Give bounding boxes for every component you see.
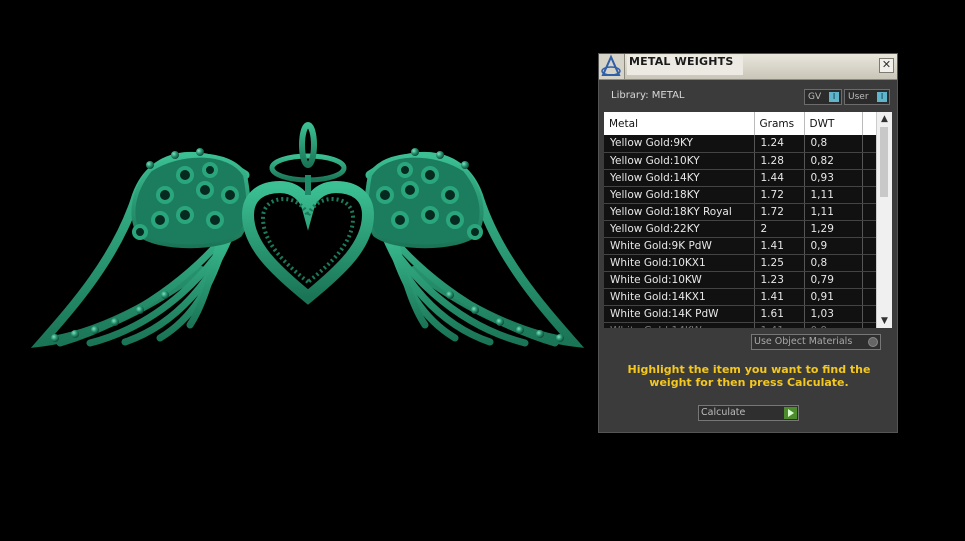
metal-cell: Yellow Gold:22KY <box>604 220 755 238</box>
close-button[interactable]: ✕ <box>879 58 894 73</box>
table-row[interactable]: White Gold:14K PdW 1.61 1,03 <box>604 305 877 323</box>
user-toggle-label: User <box>848 92 869 102</box>
row-spacer <box>862 288 877 306</box>
metal-cell: Yellow Gold:10KY <box>604 152 755 170</box>
row-spacer <box>862 237 877 255</box>
dwt-cell: 1,11 <box>804 203 863 221</box>
user-toggle[interactable]: User I <box>844 89 890 105</box>
metal-cell: White Gold:14KX1 <box>604 288 755 306</box>
table-row[interactable]: Yellow Gold:9KY 1.24 0,8 <box>604 135 877 153</box>
table-row[interactable]: Yellow Gold:10KY 1.28 0,82 <box>604 152 877 170</box>
gv-toggle[interactable]: GV I <box>804 89 842 105</box>
row-spacer <box>862 203 877 221</box>
metal-cell: White Gold:14K PdW <box>604 305 755 323</box>
row-spacer <box>862 152 877 170</box>
column-header-metal[interactable]: Metal <box>604 112 755 135</box>
metal-cell: White Gold:10KX1 <box>604 254 755 272</box>
grams-cell: 1.61 <box>754 305 805 323</box>
grams-cell: 1.28 <box>754 152 805 170</box>
scroll-thumb[interactable] <box>880 127 888 197</box>
table-row[interactable]: White Gold:14KW1.410,9 <box>604 322 877 328</box>
metal-cell: White Gold:9K PdW <box>604 237 755 255</box>
metal-weights-panel: METAL WEIGHTS ✕ Library: METAL GV I User… <box>598 53 898 433</box>
gv-toggle-label: GV <box>808 92 822 102</box>
metal-cell: White Gold:14KW <box>604 322 755 328</box>
column-header-dwt[interactable]: DWT <box>804 112 863 135</box>
dwt-cell: 0,91 <box>804 288 863 306</box>
grams-cell: 1.41 <box>754 288 805 306</box>
grams-cell: 1.72 <box>754 203 805 221</box>
app-logo-icon <box>599 54 625 79</box>
metal-table: Metal Grams DWT Yellow Gold:9KY 1.24 0,8 Ye… <box>604 112 892 328</box>
dwt-cell: 0,79 <box>804 271 863 289</box>
metal-cell: Yellow Gold:14KY <box>604 169 755 187</box>
dwt-cell: 1,29 <box>804 220 863 238</box>
table-row[interactable]: White Gold:10KX1 1.25 0,8 <box>604 254 877 272</box>
metal-cell: White Gold:10KW <box>604 271 755 289</box>
grams-cell: 1.41 <box>754 237 805 255</box>
row-spacer <box>862 322 877 328</box>
calculate-button[interactable]: Calculate <box>698 405 799 421</box>
row-spacer <box>862 169 877 187</box>
library-label: Library: METAL <box>611 90 685 101</box>
grams-cell: 1.44 <box>754 169 805 187</box>
metal-cell: Yellow Gold:18KY Royal <box>604 203 755 221</box>
panel-titlebar[interactable]: METAL WEIGHTS ✕ <box>599 54 897 80</box>
gv-toggle-knob: I <box>829 92 839 102</box>
scroll-up-icon[interactable]: ▲ <box>877 112 892 126</box>
grams-cell: 1.23 <box>754 271 805 289</box>
right-wing <box>364 151 585 348</box>
table-row[interactable]: Yellow Gold:14KY 1.44 0,93 <box>604 169 877 187</box>
metal-cell: Yellow Gold:18KY <box>604 186 755 204</box>
play-arrow-icon[interactable] <box>784 407 797 419</box>
heart <box>241 180 375 305</box>
grams-cell: 1.25 <box>754 254 805 272</box>
row-spacer <box>862 135 877 153</box>
dwt-cell: 0,9 <box>804 322 863 328</box>
dwt-cell: 1,11 <box>804 186 863 204</box>
dwt-cell: 0,93 <box>804 169 863 187</box>
dwt-cell: 0,9 <box>804 237 863 255</box>
table-row[interactable]: Yellow Gold:18KY Royal 1.72 1,11 <box>604 203 877 221</box>
3d-viewport[interactable] <box>0 0 590 537</box>
row-spacer <box>862 254 877 272</box>
use-object-materials-toggle[interactable]: Use Object Materials <box>751 334 881 350</box>
table-row[interactable]: White Gold:10KW 1.23 0,79 <box>604 271 877 289</box>
dwt-cell: 0,82 <box>804 152 863 170</box>
column-header-grams[interactable]: Grams <box>754 112 805 135</box>
row-spacer <box>862 186 877 204</box>
dwt-cell: 1,03 <box>804 305 863 323</box>
row-spacer <box>862 305 877 323</box>
instruction-text: Highlight the item you want to find the … <box>627 363 871 389</box>
dwt-cell: 0,8 <box>804 254 863 272</box>
table-scrollbar[interactable]: ▲ ▼ <box>876 112 892 328</box>
grams-cell: 1.24 <box>754 135 805 153</box>
row-spacer <box>862 220 877 238</box>
grams-cell: 1.41 <box>754 322 805 328</box>
left-wing <box>30 151 251 348</box>
table-row[interactable]: Yellow Gold:18KY 1.72 1,11 <box>604 186 877 204</box>
table-row[interactable]: Yellow Gold:22KY 2 1,29 <box>604 220 877 238</box>
table-row[interactable]: White Gold:9K PdW 1.41 0,9 <box>604 237 877 255</box>
bail <box>299 122 317 168</box>
dwt-cell: 0,8 <box>804 135 863 153</box>
table-header-row: Metal Grams DWT <box>604 112 877 135</box>
user-toggle-knob: I <box>877 92 887 102</box>
panel-title: METAL WEIGHTS <box>627 55 743 75</box>
table-row[interactable]: White Gold:14KX1 1.41 0,91 <box>604 288 877 306</box>
use-object-materials-radio-icon[interactable] <box>868 337 878 347</box>
grams-cell: 1.72 <box>754 186 805 204</box>
use-object-materials-label: Use Object Materials <box>754 336 853 347</box>
column-header-spacer <box>862 112 877 135</box>
winged-heart-pendant-model <box>30 122 585 348</box>
calculate-label: Calculate <box>701 407 746 418</box>
row-spacer <box>862 271 877 289</box>
metal-cell: Yellow Gold:9KY <box>604 135 755 153</box>
grams-cell: 2 <box>754 220 805 238</box>
scroll-down-icon[interactable]: ▼ <box>877 314 892 328</box>
